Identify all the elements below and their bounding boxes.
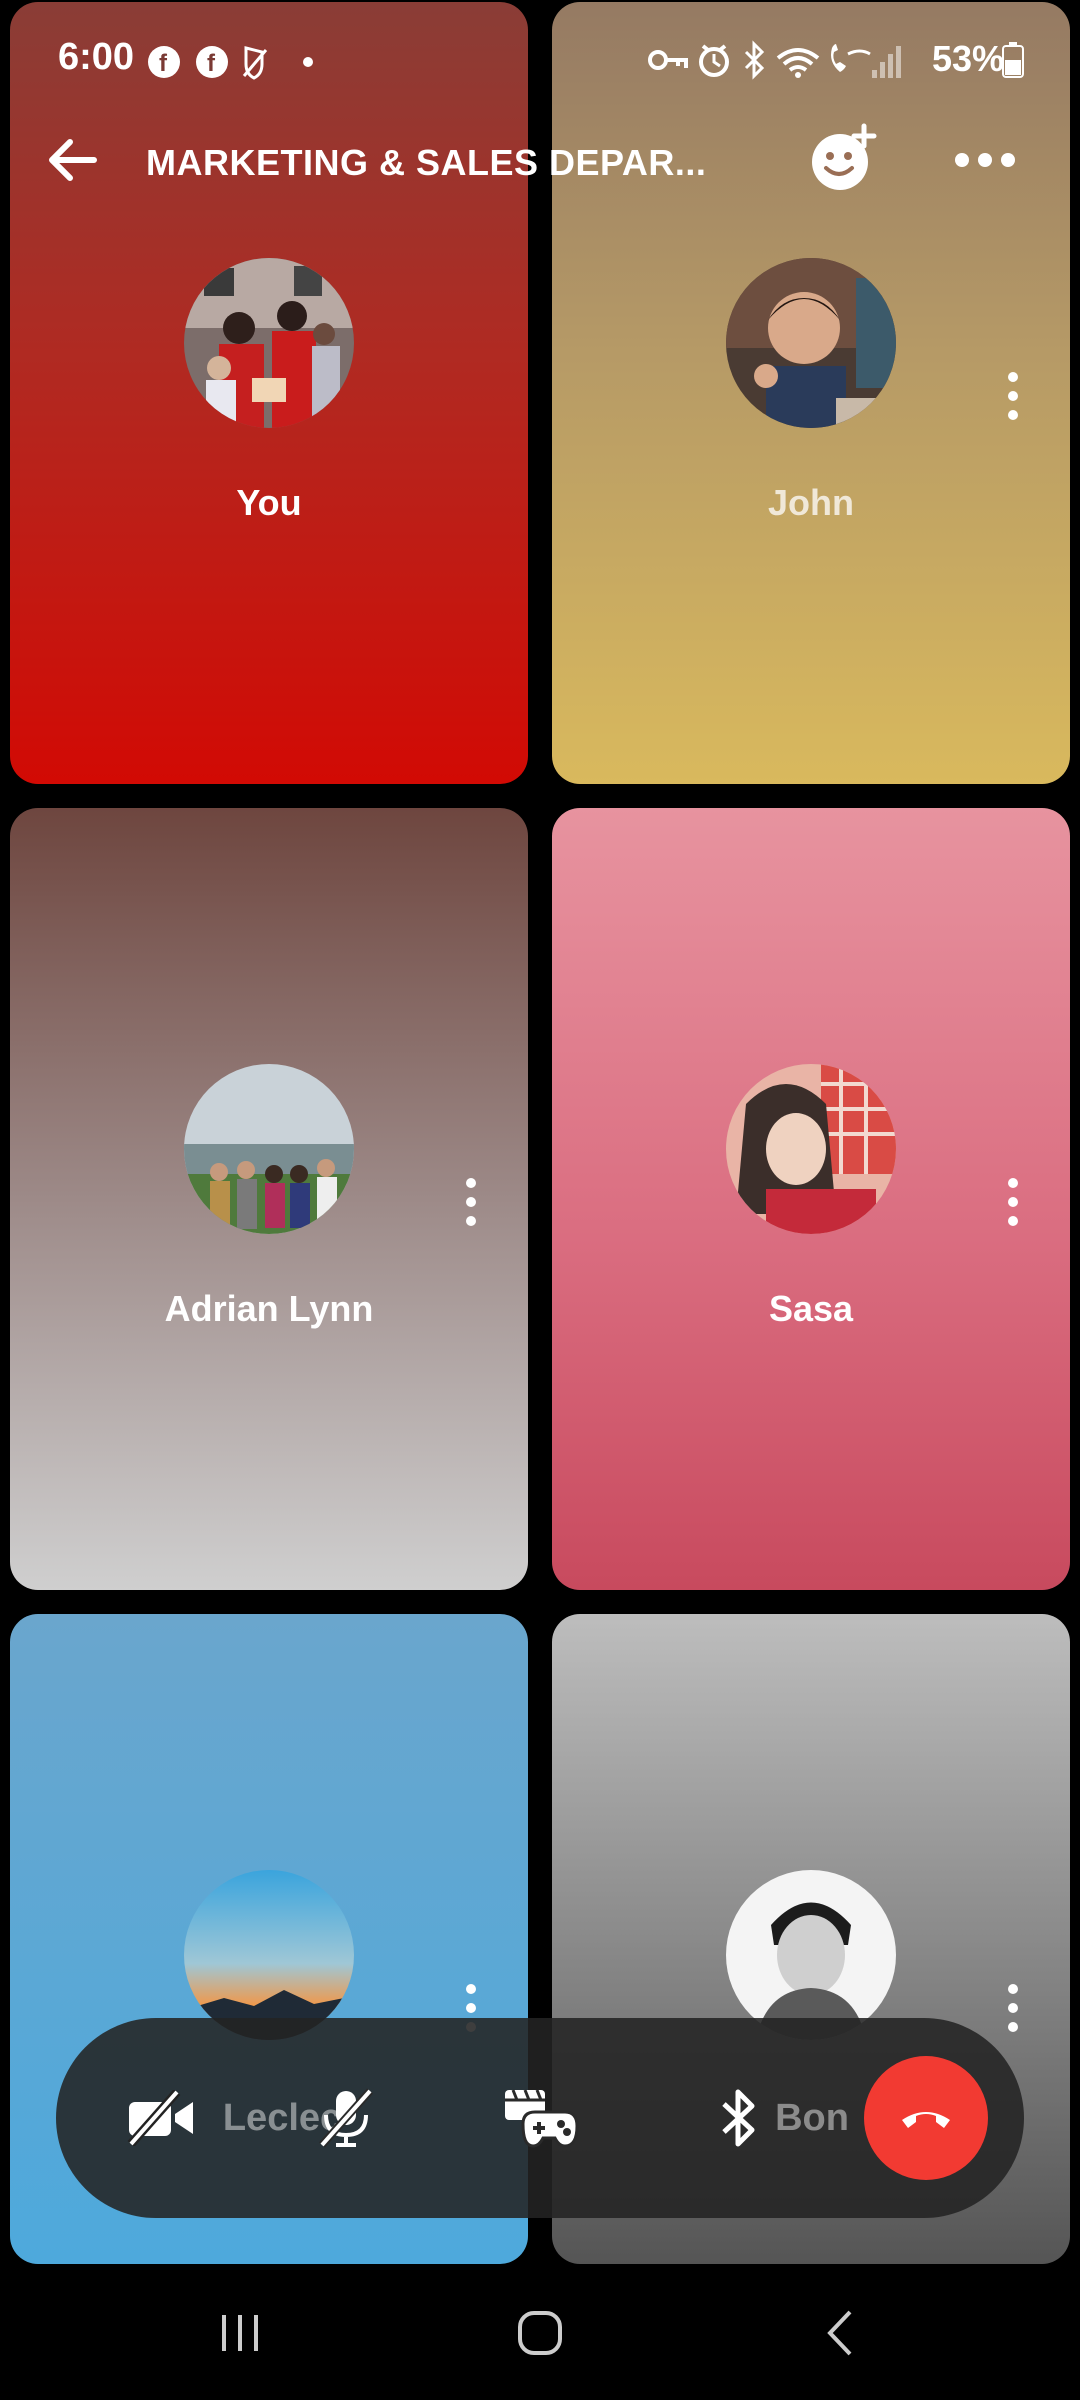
svg-text:f: f — [207, 50, 216, 77]
avatar — [726, 1870, 896, 2040]
page-title: MARKETING & SALES DEPAR... — [146, 142, 707, 183]
avatar — [184, 1870, 354, 2040]
recent-apps-button[interactable] — [200, 2266, 280, 2400]
participant-options-button[interactable] — [465, 1178, 477, 1230]
participant-name: John — [768, 482, 854, 523]
system-navigation-bar — [0, 2266, 1080, 2400]
mic-off-icon — [319, 2088, 373, 2148]
home-button[interactable] — [500, 2266, 580, 2400]
participant-tile-sasa[interactable]: Sasa — [552, 808, 1070, 1590]
participant-name: Adrian Lynn — [164, 1288, 374, 1329]
participant-options-button[interactable] — [1007, 1178, 1019, 1230]
avatar — [726, 1064, 896, 1234]
games-icon — [505, 2089, 579, 2148]
bluetooth-icon — [722, 2089, 755, 2147]
end-call-icon — [902, 2112, 950, 2128]
participant-tile-adrian-lynn[interactable]: Adrian Lynn — [10, 808, 528, 1590]
call-controls: Leclec Bon — [56, 2018, 1024, 2218]
recent-apps-icon — [222, 2315, 258, 2351]
battery-percent: 53% — [931, 38, 1004, 79]
more-options-icon[interactable] — [954, 152, 1016, 168]
status-time: 6:00 — [58, 36, 135, 78]
participant-name-behind-controls: Bon — [775, 2096, 849, 2139]
games-button[interactable] — [496, 2018, 586, 2218]
svg-text:f: f — [159, 50, 168, 77]
camera-toggle-button[interactable] — [116, 2018, 206, 2218]
home-icon — [518, 2311, 562, 2355]
notification-icons: f f — [148, 46, 313, 80]
avatar — [726, 258, 896, 428]
participant-name: You — [236, 482, 302, 523]
add-people-icon[interactable] — [808, 122, 878, 192]
back-nav-icon — [827, 2310, 852, 2356]
mute-toggle-button[interactable] — [306, 2018, 386, 2218]
participant-name: Sasa — [768, 1288, 854, 1329]
end-call-button[interactable] — [864, 2056, 988, 2180]
bluetooth-audio-button[interactable] — [708, 2018, 768, 2218]
video-off-icon — [127, 2090, 193, 2146]
call-header: MARKETING & SALES DEPAR... — [0, 120, 1080, 200]
system-status-icons — [648, 40, 901, 80]
avatar — [184, 1064, 354, 1234]
back-arrow-icon[interactable] — [44, 136, 100, 184]
status-bar: 6:00 f f 53% — [0, 0, 1080, 120]
back-button[interactable] — [800, 2266, 880, 2400]
avatar — [184, 258, 354, 428]
battery-icon — [1002, 42, 1024, 78]
participant-options-button[interactable] — [1007, 1984, 1019, 2036]
participant-options-button[interactable] — [1007, 372, 1019, 424]
